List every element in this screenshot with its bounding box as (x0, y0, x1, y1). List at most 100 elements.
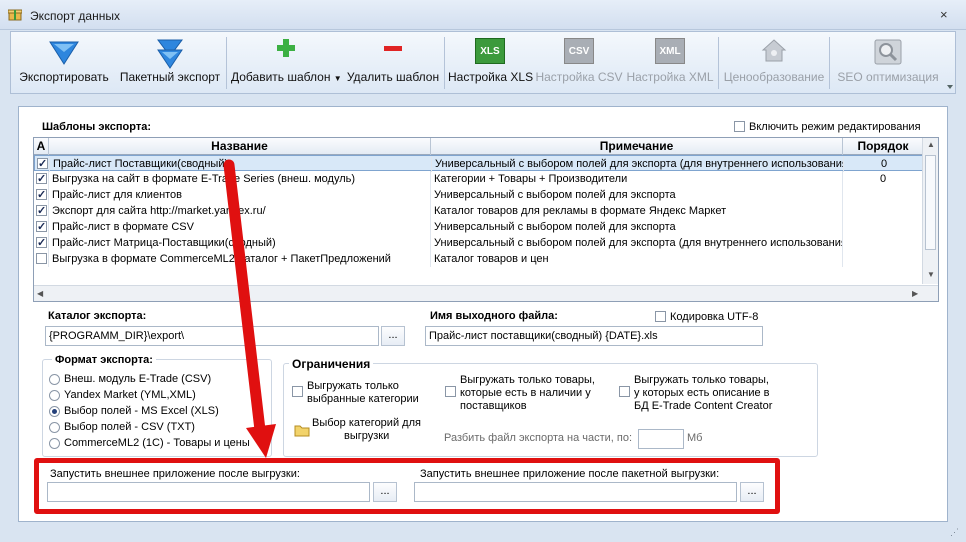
chevron-down-icon: ▼ (333, 74, 342, 83)
horizontal-scrollbar[interactable]: ◀ ▶ (34, 285, 938, 301)
format-radio[interactable] (49, 438, 60, 449)
row-order (843, 219, 923, 235)
split-label: Разбить файл экспорта на части, по: (444, 432, 633, 444)
row-name: Экспорт для сайта http://market.yandex.r… (49, 203, 431, 219)
annotation-highlight-box (34, 458, 780, 514)
format-radio[interactable] (49, 406, 60, 417)
selected-categories-checkbox[interactable] (292, 386, 303, 397)
seo-magnifier-icon (874, 39, 902, 65)
row-active-checkbox[interactable] (36, 235, 47, 251)
col-a-header[interactable]: A (34, 138, 49, 155)
choose-categories-label-2: выгрузки (344, 430, 390, 442)
table-row[interactable]: Экспорт для сайта http://market.yandex.r… (34, 203, 923, 219)
row-active-checkbox[interactable] (37, 156, 48, 172)
price-tag-house-icon (761, 39, 787, 62)
row-active-checkbox[interactable] (36, 171, 47, 187)
table-header: A Название Примечание Порядок (34, 138, 923, 155)
xls-settings-button[interactable]: XLS Настройка XLS (448, 34, 533, 92)
row-name: Прайс-лист для клиентов (49, 187, 431, 203)
catalog-input[interactable]: {PROGRAMM_DIR}\export\ (45, 326, 379, 346)
in-stock-label-3: поставщиков (460, 400, 527, 412)
format-radio[interactable] (49, 422, 60, 433)
row-active-checkbox[interactable] (36, 203, 47, 219)
format-option-label[interactable]: Yandex Market (YML,XML) (64, 389, 196, 401)
choose-categories-button[interactable]: Выбор категорий для (312, 417, 421, 429)
in-stock-checkbox[interactable] (445, 386, 456, 397)
table-row[interactable]: Прайс-лист в формате CSVУниверсальный с … (34, 219, 923, 235)
scroll-right-icon: ▶ (912, 289, 919, 298)
download-arrow-icon (49, 41, 79, 65)
scroll-down-icon: ▼ (927, 270, 935, 279)
row-name: Прайс-лист Матрица-Поставщики(сводный) (49, 235, 431, 251)
row-note: Каталог товаров и цен (431, 251, 843, 267)
row-order (843, 251, 923, 267)
row-note: Универсальный с выбором полей для экспор… (431, 187, 843, 203)
seo-button[interactable]: SEO оптимизация (833, 34, 943, 92)
xml-file-icon: XML (655, 38, 685, 64)
row-note: Универсальный с выбором полей для экспор… (432, 156, 844, 172)
csv-settings-button[interactable]: CSV Настройка CSV (535, 34, 623, 92)
table-row[interactable]: Прайс-лист для клиентовУниверсальный с в… (34, 187, 923, 203)
row-name: Прайс-лист в формате CSV (49, 219, 431, 235)
row-order: 0 (880, 158, 888, 170)
utf8-checkbox[interactable] (655, 311, 666, 322)
add-template-button[interactable]: Добавить шаблон ▼ (231, 34, 342, 92)
xml-settings-button[interactable]: XML Настройка XML (625, 34, 715, 92)
catalog-browse-button[interactable]: ... (381, 326, 405, 346)
window-title: Экспорт данных (30, 9, 120, 23)
ribbon-expand-icon[interactable] (947, 85, 953, 91)
batch-export-button[interactable]: Пакетный экспорт (117, 34, 223, 92)
row-order: 0 (879, 173, 887, 185)
split-size-input[interactable] (638, 429, 684, 449)
close-icon[interactable]: × (940, 7, 948, 22)
table-row[interactable]: Прайс-лист Поставщики(сводный)Универсаль… (34, 155, 923, 172)
catalog-label: Каталог экспорта: (48, 310, 147, 322)
templates-table: A Название Примечание Порядок Прайс-лист… (33, 137, 939, 302)
col-note-header[interactable]: Примечание (431, 138, 843, 155)
xls-file-icon: XLS (475, 38, 505, 64)
row-note: Категории + Товары + Производители (431, 171, 843, 187)
row-active-checkbox[interactable] (36, 187, 47, 203)
utf8-label: Кодировка UTF-8 (670, 311, 759, 323)
with-description-label-1: Выгружать только товары, (634, 374, 769, 386)
outfile-input[interactable]: Прайс-лист поставщики(сводный) {DATE}.xl… (425, 326, 763, 346)
app-box-icon (8, 9, 22, 21)
folder-icon (294, 425, 310, 437)
pricing-button[interactable]: Ценообразование (722, 34, 826, 92)
export-button[interactable]: Экспортировать (15, 34, 113, 92)
table-row[interactable]: Выгрузка на сайт в формате E-Trade Serie… (34, 171, 923, 187)
with-description-checkbox[interactable] (619, 386, 630, 397)
scroll-left-icon: ◀ (37, 289, 44, 298)
row-note: Универсальный с выбором полей для экспор… (431, 235, 843, 251)
selected-categories-label-1: Выгружать только (307, 380, 399, 392)
format-radio[interactable] (49, 374, 60, 385)
with-description-label-2: у которых есть описание в (634, 387, 770, 399)
toolbar: Экспортировать Пакетный экспорт Добавить… (10, 31, 956, 94)
outfile-label: Имя выходного файла: (430, 310, 558, 322)
table-row[interactable]: Прайс-лист Матрица-Поставщики(сводный)Ун… (34, 235, 923, 251)
row-note: Универсальный с выбором полей для экспор… (431, 219, 843, 235)
format-title: Формат экспорта: (52, 354, 156, 366)
col-name-header[interactable]: Название (49, 138, 431, 155)
col-order-header[interactable]: Порядок (843, 138, 923, 155)
edit-mode-checkbox[interactable] (734, 121, 745, 132)
scroll-up-icon: ▲ (927, 140, 935, 149)
vertical-scrollbar[interactable]: ▲ ▼ (922, 138, 938, 284)
format-option-label[interactable]: Выбор полей - MS Excel (XLS) (64, 405, 219, 417)
edit-mode-label: Включить режим редактирования (749, 121, 921, 133)
row-order (843, 235, 923, 251)
delete-template-button[interactable]: Удалить шаблон (345, 34, 441, 92)
in-stock-label-1: Выгружать только товары, (460, 374, 595, 386)
title-bar (0, 0, 966, 30)
row-active-checkbox[interactable] (36, 253, 47, 264)
format-option-label[interactable]: Внеш. модуль E-Trade (CSV) (64, 373, 211, 385)
resize-grip-icon[interactable]: ⋰ (950, 527, 959, 538)
row-name: Прайс-лист Поставщики(сводный) (50, 156, 432, 172)
format-option-label[interactable]: Выбор полей - CSV (TXT) (64, 421, 195, 433)
batch-download-icon (157, 39, 183, 69)
format-option-label[interactable]: CommerceML2 (1C) - Товары и цены (64, 437, 250, 449)
table-row[interactable]: Выгрузка в формате CommerceML2 Каталог +… (34, 251, 923, 267)
row-active-checkbox[interactable] (36, 219, 47, 235)
minus-icon (384, 46, 402, 51)
format-radio[interactable] (49, 390, 60, 401)
